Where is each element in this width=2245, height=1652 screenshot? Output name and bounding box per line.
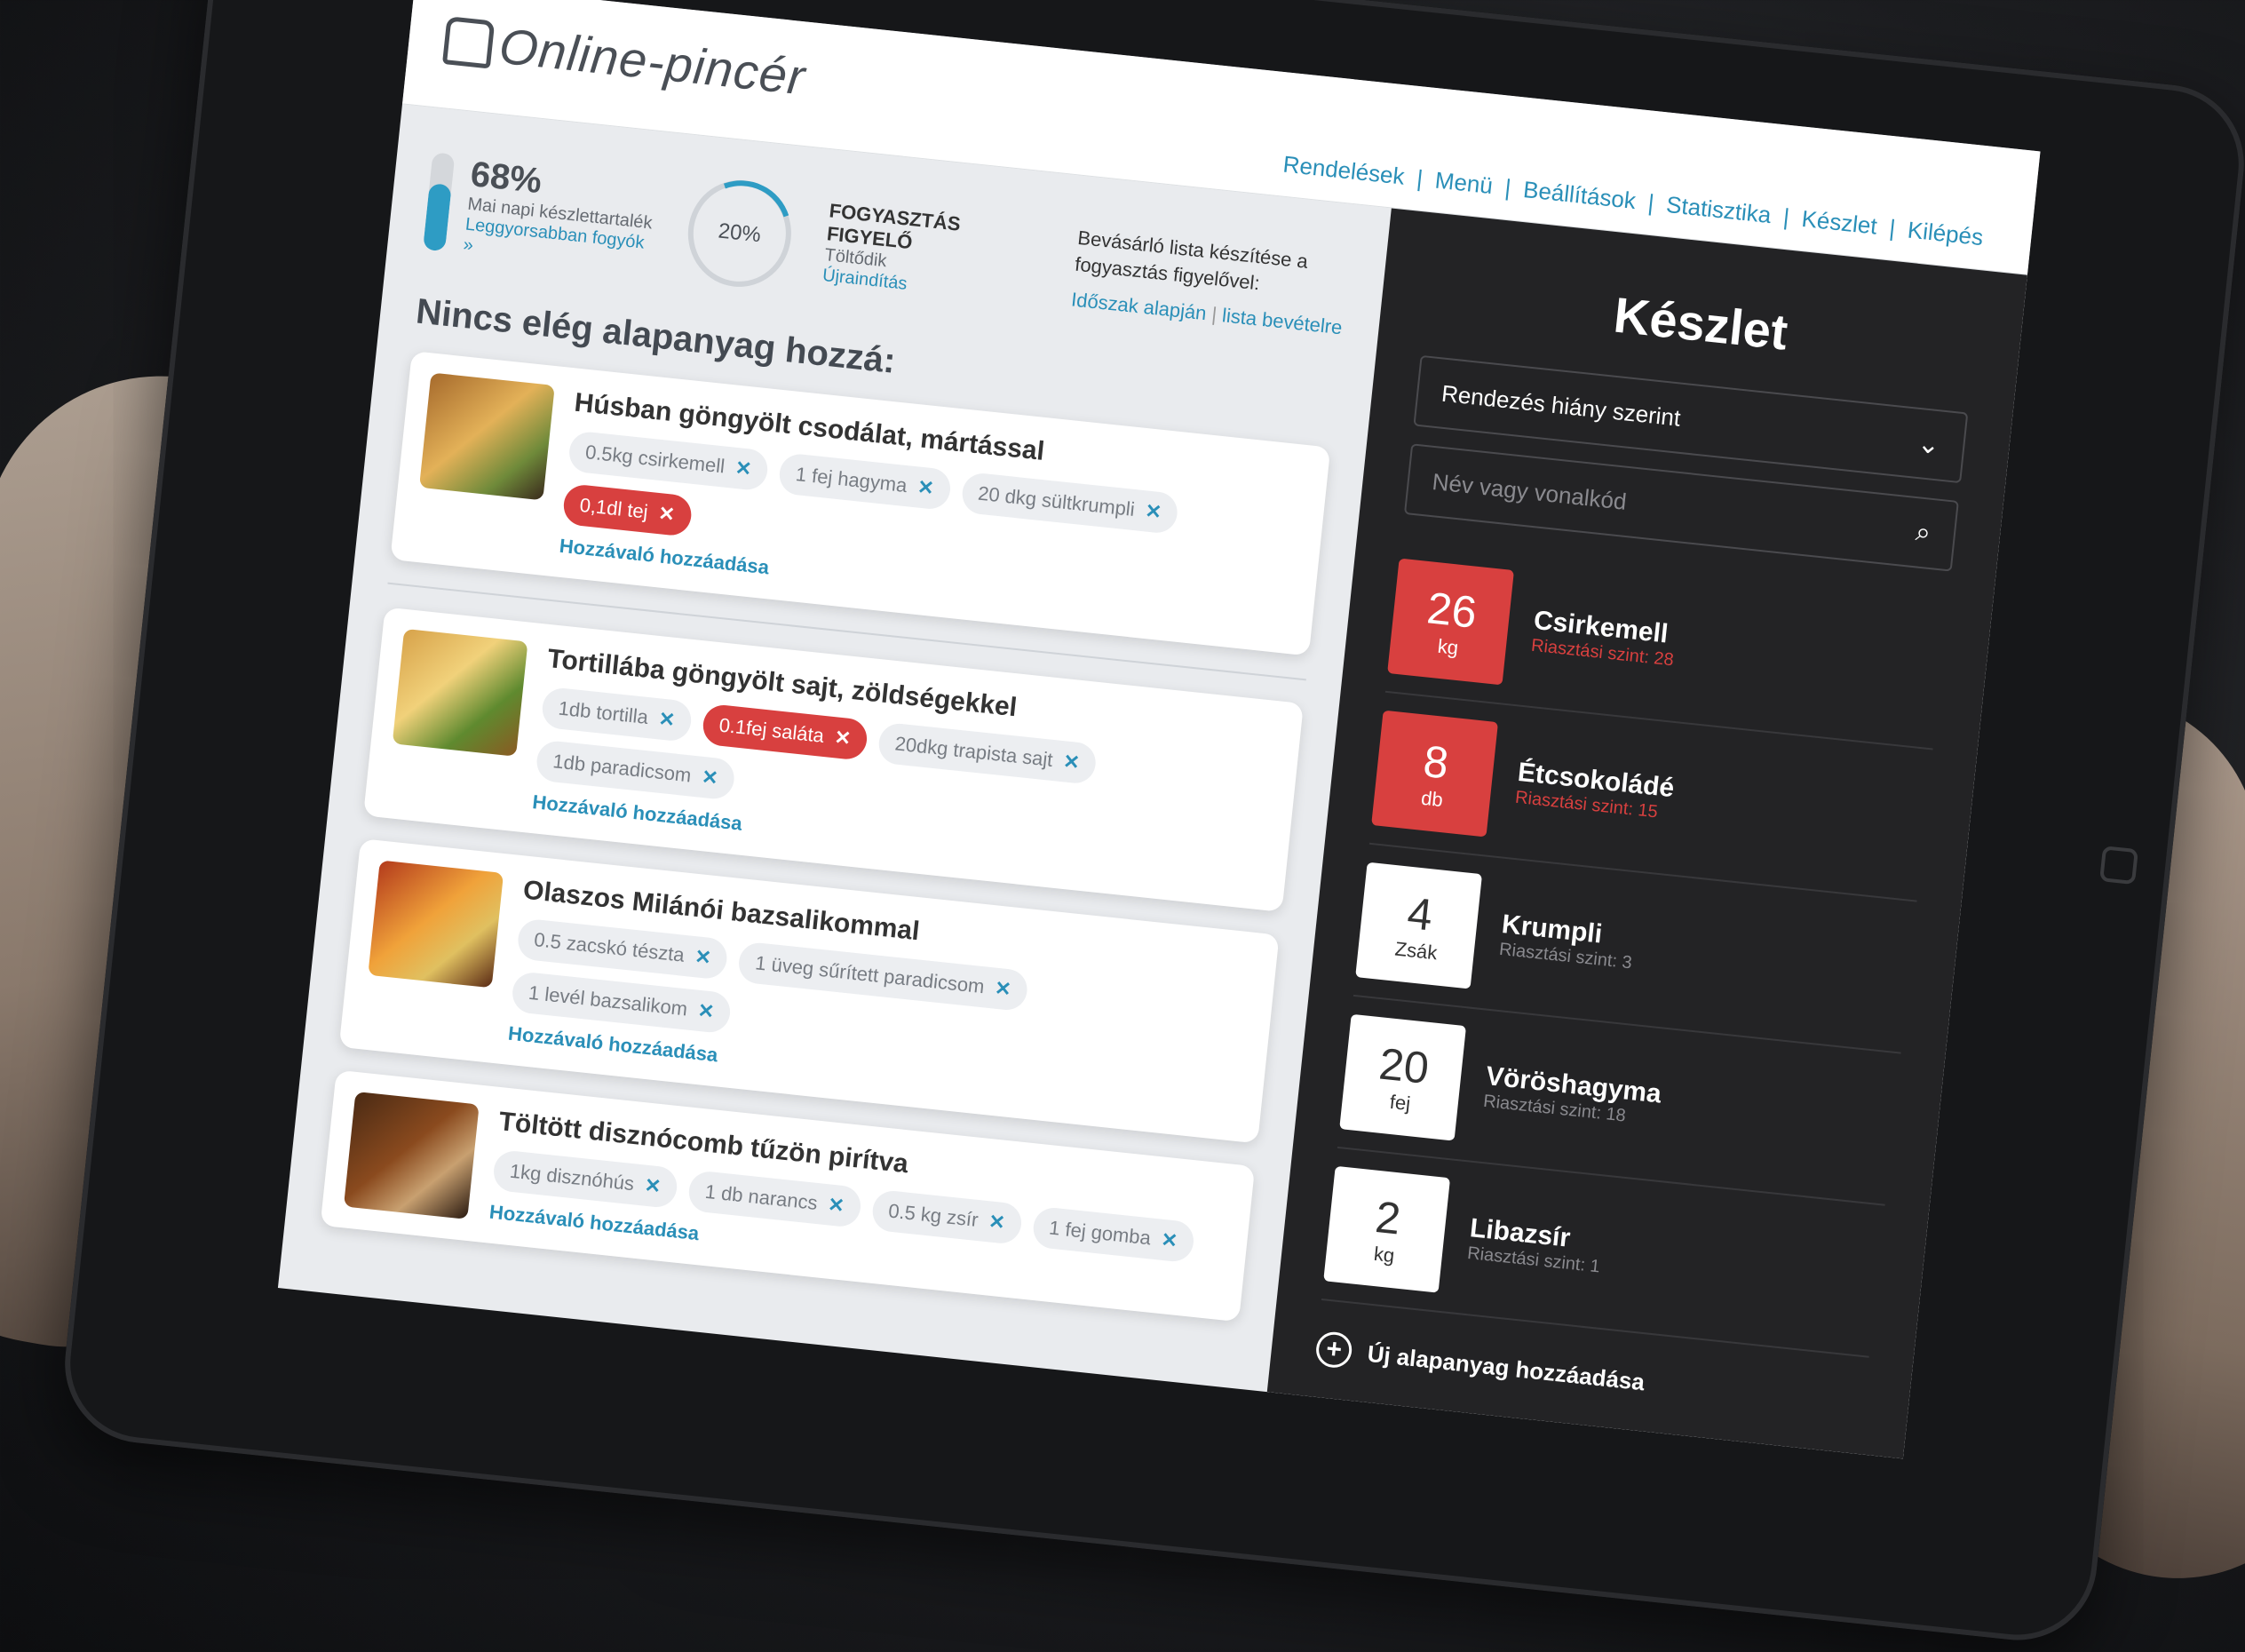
ingredient-label: 0.1fej saláta — [718, 713, 826, 747]
ingredient-label: 1 fej hagyma — [794, 463, 908, 497]
ingredient-chip[interactable]: 1db paradicsom ✕ — [535, 739, 736, 801]
nav-settings[interactable]: Beállítások — [1510, 174, 1650, 216]
dish-thumbnail — [418, 372, 555, 501]
stock-quantity-badge: 8 db — [1371, 710, 1499, 838]
consumption-watch: FOGYASZTÁS FIGYELŐ Töltődik Újraindítás — [821, 199, 1043, 308]
stock-list: 26 kg Csirkemell Riasztási szint: 28 8 d… — [1321, 540, 1949, 1358]
ingredient-chip[interactable]: 1 db narancs ✕ — [686, 1169, 863, 1228]
ingredient-label: 1 levél bazsalikom — [527, 981, 689, 1021]
stock-quantity: 8 — [1421, 735, 1451, 789]
chevron-down-icon: ⌄ — [1916, 428, 1942, 460]
stock-level-gauge — [423, 152, 456, 252]
app-logo[interactable]: Online-pincér — [441, 11, 808, 106]
home-button — [2099, 846, 2138, 886]
ingredient-label: 0.5kg csirkemell — [583, 441, 726, 478]
stock-level-widget: 68% Mai napi készlettartalék Leggyorsabb… — [423, 150, 658, 274]
ingredient-label: 0.5 kg zsír — [887, 1199, 980, 1231]
nav-logout[interactable]: Kilépés — [1894, 215, 1997, 253]
dish-thumbnail — [392, 628, 528, 757]
stock-quantity: 26 — [1424, 583, 1479, 638]
stock-quantity-badge: 4 Zsák — [1355, 862, 1483, 989]
consumption-progress-ring: 20% — [670, 163, 810, 305]
ingredient-label: 20 dkg sültkrumpli — [977, 481, 1136, 521]
stock-level-fill — [423, 183, 452, 252]
remove-icon[interactable]: ✕ — [1160, 1228, 1178, 1253]
stock-quantity: 2 — [1373, 1191, 1403, 1244]
ingredient-label: 1 db narancs — [703, 1179, 819, 1214]
search-placeholder: Név vagy vonalkód — [1431, 467, 1629, 515]
ingredient-chip[interactable]: 0,1dl tej ✕ — [561, 483, 694, 537]
new-ingredient-label: Új alapanyag hozzáadása — [1366, 1339, 1646, 1395]
stock-unit: Zsák — [1393, 937, 1439, 965]
remove-icon[interactable]: ✕ — [657, 502, 676, 527]
ingredient-chip[interactable]: 0.1fej saláta ✕ — [701, 703, 869, 761]
main-content: 68% Mai napi készlettartalék Leggyorsabb… — [278, 104, 1392, 1392]
nav-menu[interactable]: Menü — [1422, 165, 1507, 202]
remove-icon[interactable]: ✕ — [827, 1193, 845, 1218]
tablet-frame: Online-pincér Rendelések | Menü | Beállítá… — [57, 0, 2245, 1648]
app-screen: Online-pincér Rendelések | Menü | Beállítá… — [277, 0, 2041, 1459]
ingredient-chip[interactable]: 0.5kg csirkemell ✕ — [567, 430, 770, 492]
remove-icon[interactable]: ✕ — [916, 475, 935, 500]
progress-arc — [670, 163, 810, 305]
sort-select-value: Rendezés hiány szerint — [1440, 379, 1682, 432]
stock-quantity-badge: 26 kg — [1387, 558, 1514, 686]
ingredient-label: 1db tortilla — [557, 696, 650, 729]
ingredient-chip[interactable]: 20 dkg sültkrumpli ✕ — [959, 471, 1180, 536]
remove-icon[interactable]: ✕ — [994, 977, 1012, 1002]
nav-orders[interactable]: Rendelések — [1269, 149, 1418, 192]
search-icon[interactable]: ⌕ — [1914, 517, 1932, 549]
ingredient-label: 1db paradicsom — [551, 750, 693, 787]
dish-thumbnail — [368, 860, 504, 989]
ingredient-label: 1kg disznóhús — [508, 1159, 636, 1195]
nav-stock[interactable]: Készlet — [1788, 203, 1891, 242]
ingredient-label: 20dkg trapista sajt — [893, 732, 1054, 771]
shopping-list-widget: Bevásárló lista készítése a fogyasztás f… — [1070, 225, 1351, 341]
remove-icon[interactable]: ✕ — [657, 707, 676, 732]
remove-icon[interactable]: ✕ — [1062, 750, 1081, 774]
plus-circle-icon: + — [1314, 1330, 1354, 1370]
stock-unit: kg — [1372, 1242, 1396, 1267]
ingredient-label: 0,1dl tej — [578, 493, 649, 523]
shopping-link-period[interactable]: Időszak alapján — [1070, 288, 1208, 324]
stock-unit: db — [1420, 786, 1445, 812]
remove-icon[interactable]: ✕ — [644, 1174, 662, 1199]
stock-quantity-badge: 20 fej — [1339, 1013, 1467, 1141]
nav-statistics[interactable]: Statisztika — [1653, 189, 1785, 230]
ingredient-chip[interactable]: 1db tortilla ✕ — [540, 686, 694, 743]
ingredient-chip[interactable]: 1 fej gomba ✕ — [1031, 1205, 1196, 1264]
remove-icon[interactable]: ✕ — [697, 999, 716, 1024]
dish-thumbnail — [343, 1091, 480, 1219]
remove-icon[interactable]: ✕ — [694, 945, 712, 970]
ingredient-chip[interactable]: 0.5 zacskó tészta ✕ — [516, 917, 730, 981]
ingredient-label: 0.5 zacskó tészta — [533, 928, 686, 966]
remove-icon[interactable]: ✕ — [1144, 499, 1162, 524]
logo-text: Online-pincér — [496, 17, 808, 106]
stock-quantity-badge: 2 kg — [1323, 1165, 1451, 1293]
ingredient-chip[interactable]: 1 fej hagyma ✕ — [777, 452, 952, 512]
stock-unit: kg — [1436, 634, 1460, 659]
shopping-link-list[interactable]: lista bevételre — [1221, 304, 1344, 338]
ingredient-label: 1 üveg sűrített paradicsom — [754, 951, 986, 998]
stock-panel: Készlet Rendezés hiány szerint ⌄ Név vag… — [1266, 208, 2027, 1459]
ingredient-chip[interactable]: 1kg disznóhús ✕ — [491, 1148, 679, 1210]
ingredient-chip[interactable]: 20dkg trapista sajt ✕ — [877, 721, 1098, 785]
remove-icon[interactable]: ✕ — [701, 766, 719, 790]
stock-quantity: 4 — [1405, 887, 1435, 941]
remove-icon[interactable]: ✕ — [833, 726, 852, 751]
dish-list: Húsban göngyölt csodálat, mártással 0.5k… — [320, 351, 1331, 1322]
ingredient-chip[interactable]: 0.5 kg zsír ✕ — [870, 1188, 1023, 1245]
stock-unit: fej — [1388, 1090, 1412, 1116]
stock-quantity: 20 — [1376, 1038, 1432, 1093]
chef-hat-icon — [442, 15, 496, 68]
ingredient-label: 1 fej gomba — [1048, 1216, 1153, 1250]
remove-icon[interactable]: ✕ — [988, 1210, 1006, 1235]
remove-icon[interactable]: ✕ — [734, 457, 753, 481]
